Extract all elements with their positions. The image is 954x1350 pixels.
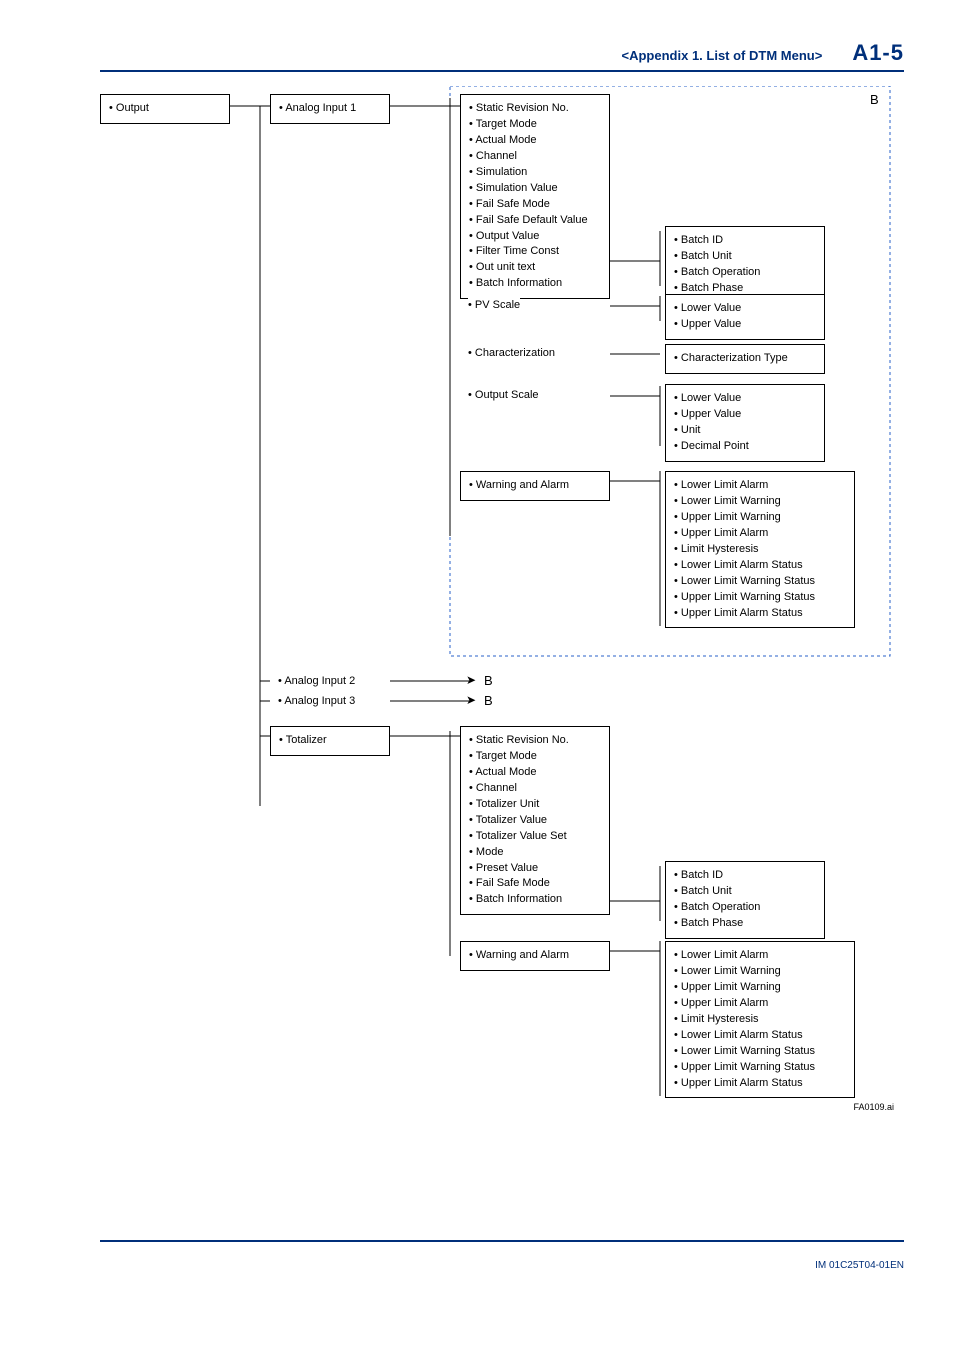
item: Upper Limit Warning Status bbox=[674, 1060, 846, 1076]
item: Upper Value bbox=[674, 407, 816, 423]
item: Channel bbox=[469, 149, 601, 165]
item: Lower Limit Warning Status bbox=[674, 1044, 846, 1060]
item: Lower Value bbox=[674, 391, 816, 407]
item: Fail Safe Default Value bbox=[469, 213, 601, 229]
item: Batch Unit bbox=[674, 884, 816, 900]
item: Upper Value bbox=[674, 317, 816, 333]
item: Batch Information bbox=[469, 892, 601, 908]
item: Batch Operation bbox=[674, 265, 816, 281]
item: Decimal Point bbox=[674, 439, 816, 455]
ref-b-ai2: B bbox=[484, 673, 493, 688]
item: Batch Phase bbox=[674, 916, 816, 932]
item: Characterization Type bbox=[674, 351, 816, 367]
item: Upper Limit Alarm Status bbox=[674, 606, 846, 622]
node-alarm-values: Lower Limit Alarm Lower Limit Warning Up… bbox=[665, 471, 855, 628]
page-header: <Appendix 1. List of DTM Menu> A1-5 bbox=[100, 40, 904, 72]
node-analog-input-1: Analog Input 1 bbox=[270, 94, 390, 124]
item: Warning and Alarm bbox=[469, 478, 601, 494]
menu-tree-diagram: B Output Analog Input 1 Static Revision … bbox=[100, 86, 904, 1236]
item-output: Output bbox=[109, 101, 221, 117]
item: Batch ID bbox=[674, 233, 816, 249]
node-totalizer: Totalizer bbox=[270, 726, 390, 756]
item-ai1: Analog Input 1 bbox=[279, 101, 381, 117]
item: Lower Limit Alarm bbox=[674, 478, 846, 494]
page: <Appendix 1. List of DTM Menu> A1-5 bbox=[0, 0, 954, 1350]
item: Fail Safe Mode bbox=[469, 197, 601, 213]
item-ai2: Analog Input 2 bbox=[278, 674, 355, 690]
item: Lower Value bbox=[674, 301, 816, 317]
item: Static Revision No. bbox=[469, 101, 601, 117]
item: Actual Mode bbox=[469, 765, 601, 781]
node-totalizer-warn: Warning and Alarm bbox=[460, 941, 610, 971]
node-ai1-details: Static Revision No. Target Mode Actual M… bbox=[460, 94, 610, 299]
item: Totalizer Unit bbox=[469, 797, 601, 813]
node-output-scale-values: Lower Value Upper Value Unit Decimal Poi… bbox=[665, 384, 825, 462]
item: Channel bbox=[469, 781, 601, 797]
item: Lower Limit Warning bbox=[674, 494, 846, 510]
item: Simulation Value bbox=[469, 181, 601, 197]
item: Target Mode bbox=[469, 117, 601, 133]
item: Batch Operation bbox=[674, 900, 816, 916]
node-char-type: Characterization Type bbox=[665, 344, 825, 374]
figure-id: FA0109.ai bbox=[100, 1102, 894, 1112]
item: Actual Mode bbox=[469, 133, 601, 149]
item: Upper Limit Alarm bbox=[674, 996, 846, 1012]
item: Filter Time Const bbox=[469, 244, 601, 260]
item: Fail Safe Mode bbox=[469, 876, 601, 892]
node-batch-info: Batch ID Batch Unit Batch Operation Batc… bbox=[665, 226, 825, 304]
item: Out unit text bbox=[469, 260, 601, 276]
item: Totalizer Value bbox=[469, 813, 601, 829]
item: Lower Limit Warning Status bbox=[674, 574, 846, 590]
item: Totalizer Value Set bbox=[469, 829, 601, 845]
item: Upper Limit Warning bbox=[674, 980, 846, 996]
item: Lower Limit Warning bbox=[674, 964, 846, 980]
footer-rule bbox=[100, 1240, 904, 1242]
item: Mode bbox=[469, 845, 601, 861]
node-analog-input-2: Analog Input 2 bbox=[278, 674, 355, 690]
region-label-b: B bbox=[870, 92, 879, 107]
item: Upper Limit Warning Status bbox=[674, 590, 846, 606]
item: Limit Hysteresis bbox=[674, 1012, 846, 1028]
item-totalizer: Totalizer bbox=[279, 733, 381, 749]
item: Upper Limit Alarm bbox=[674, 526, 846, 542]
node-tot-batch: Batch ID Batch Unit Batch Operation Batc… bbox=[665, 861, 825, 939]
item: Output Scale bbox=[468, 388, 539, 404]
ref-b-ai3: B bbox=[484, 693, 493, 708]
item-ai3: Analog Input 3 bbox=[278, 694, 355, 710]
item: Output Value bbox=[469, 229, 601, 245]
arrow-icon: ➤ bbox=[466, 693, 476, 707]
section-title: <Appendix 1. List of DTM Menu> bbox=[622, 48, 823, 63]
item: Unit bbox=[674, 423, 816, 439]
item: Lower Limit Alarm Status bbox=[674, 558, 846, 574]
node-pv-scale: PV Scale bbox=[468, 298, 520, 314]
item: Lower Limit Alarm Status bbox=[674, 1028, 846, 1044]
item: Preset Value bbox=[469, 861, 601, 877]
node-tot-alarm: Lower Limit Alarm Lower Limit Warning Up… bbox=[665, 941, 855, 1098]
node-pv-values: Lower Value Upper Value bbox=[665, 294, 825, 340]
arrow-icon: ➤ bbox=[466, 673, 476, 687]
item: Characterization bbox=[468, 346, 555, 362]
item: Upper Limit Warning bbox=[674, 510, 846, 526]
item: Upper Limit Alarm Status bbox=[674, 1076, 846, 1092]
item: Target Mode bbox=[469, 749, 601, 765]
node-characterization: Characterization bbox=[468, 346, 555, 362]
item: Lower Limit Alarm bbox=[674, 948, 846, 964]
page-number: A1-5 bbox=[852, 40, 904, 66]
node-analog-input-3: Analog Input 3 bbox=[278, 694, 355, 710]
node-output: Output bbox=[100, 94, 230, 124]
item: Static Revision No. bbox=[469, 733, 601, 749]
item: Batch Unit bbox=[674, 249, 816, 265]
item: Batch ID bbox=[674, 868, 816, 884]
node-output-scale: Output Scale bbox=[468, 388, 539, 404]
item: Simulation bbox=[469, 165, 601, 181]
item: PV Scale bbox=[468, 298, 520, 314]
item: Limit Hysteresis bbox=[674, 542, 846, 558]
node-warning-alarm: Warning and Alarm bbox=[460, 471, 610, 501]
node-totalizer-details: Static Revision No. Target Mode Actual M… bbox=[460, 726, 610, 915]
item: Warning and Alarm bbox=[469, 948, 601, 964]
item: Batch Information bbox=[469, 276, 601, 292]
document-id: IM 01C25T04-01EN bbox=[100, 1260, 904, 1271]
